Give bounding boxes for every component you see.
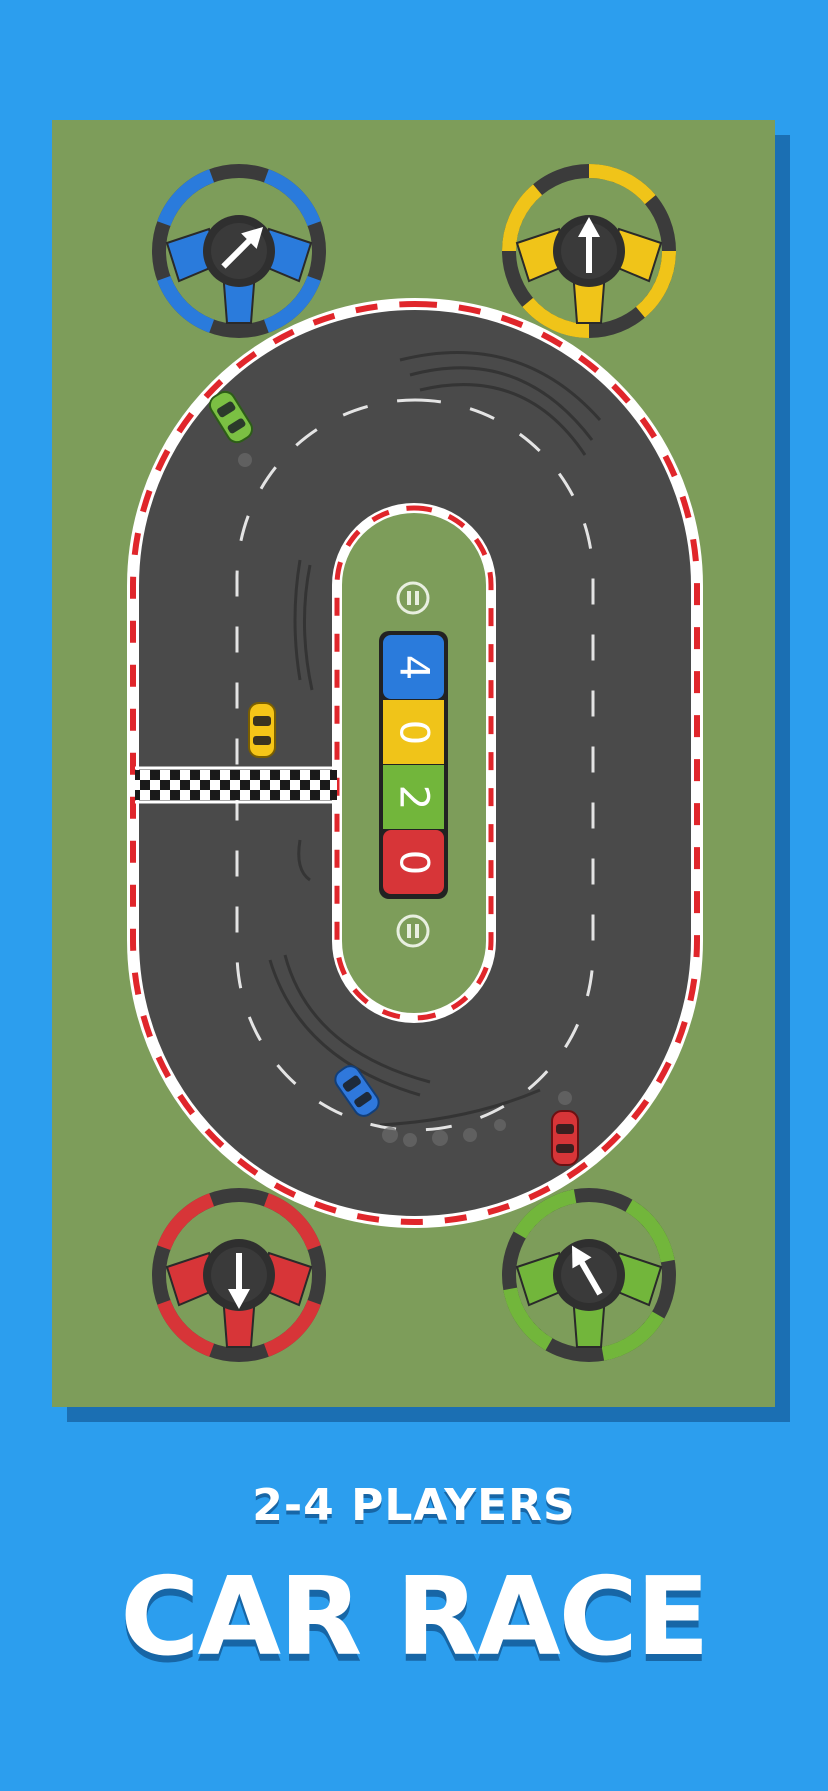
score-value-green: 2 (391, 785, 437, 810)
score-cell-red: 0 (383, 830, 444, 894)
finish-line (135, 770, 337, 800)
scoreboard: 4 0 2 0 (379, 631, 448, 899)
score-value-blue: 4 (391, 655, 437, 680)
score-cell-blue: 4 (383, 635, 444, 699)
yellow-steering-wheel-icon[interactable] (502, 164, 676, 338)
score-cell-green: 2 (383, 765, 444, 829)
yellow-car (248, 702, 276, 758)
score-cell-yellow: 0 (383, 700, 444, 764)
game-screen: 4020 2-4 PLAYERS CAR RACE (0, 0, 828, 1791)
game-title: CAR RACE (120, 1555, 709, 1680)
score-value-red: 0 (391, 850, 437, 875)
red-steering-wheel-icon[interactable] (152, 1188, 326, 1362)
red-car (551, 1110, 579, 1166)
blue-steering-wheel-icon[interactable] (152, 164, 326, 338)
score-value-yellow: 0 (391, 720, 437, 745)
green-steering-wheel-icon[interactable] (502, 1188, 676, 1362)
players-subtitle: 2-4 PLAYERS (252, 1480, 576, 1531)
